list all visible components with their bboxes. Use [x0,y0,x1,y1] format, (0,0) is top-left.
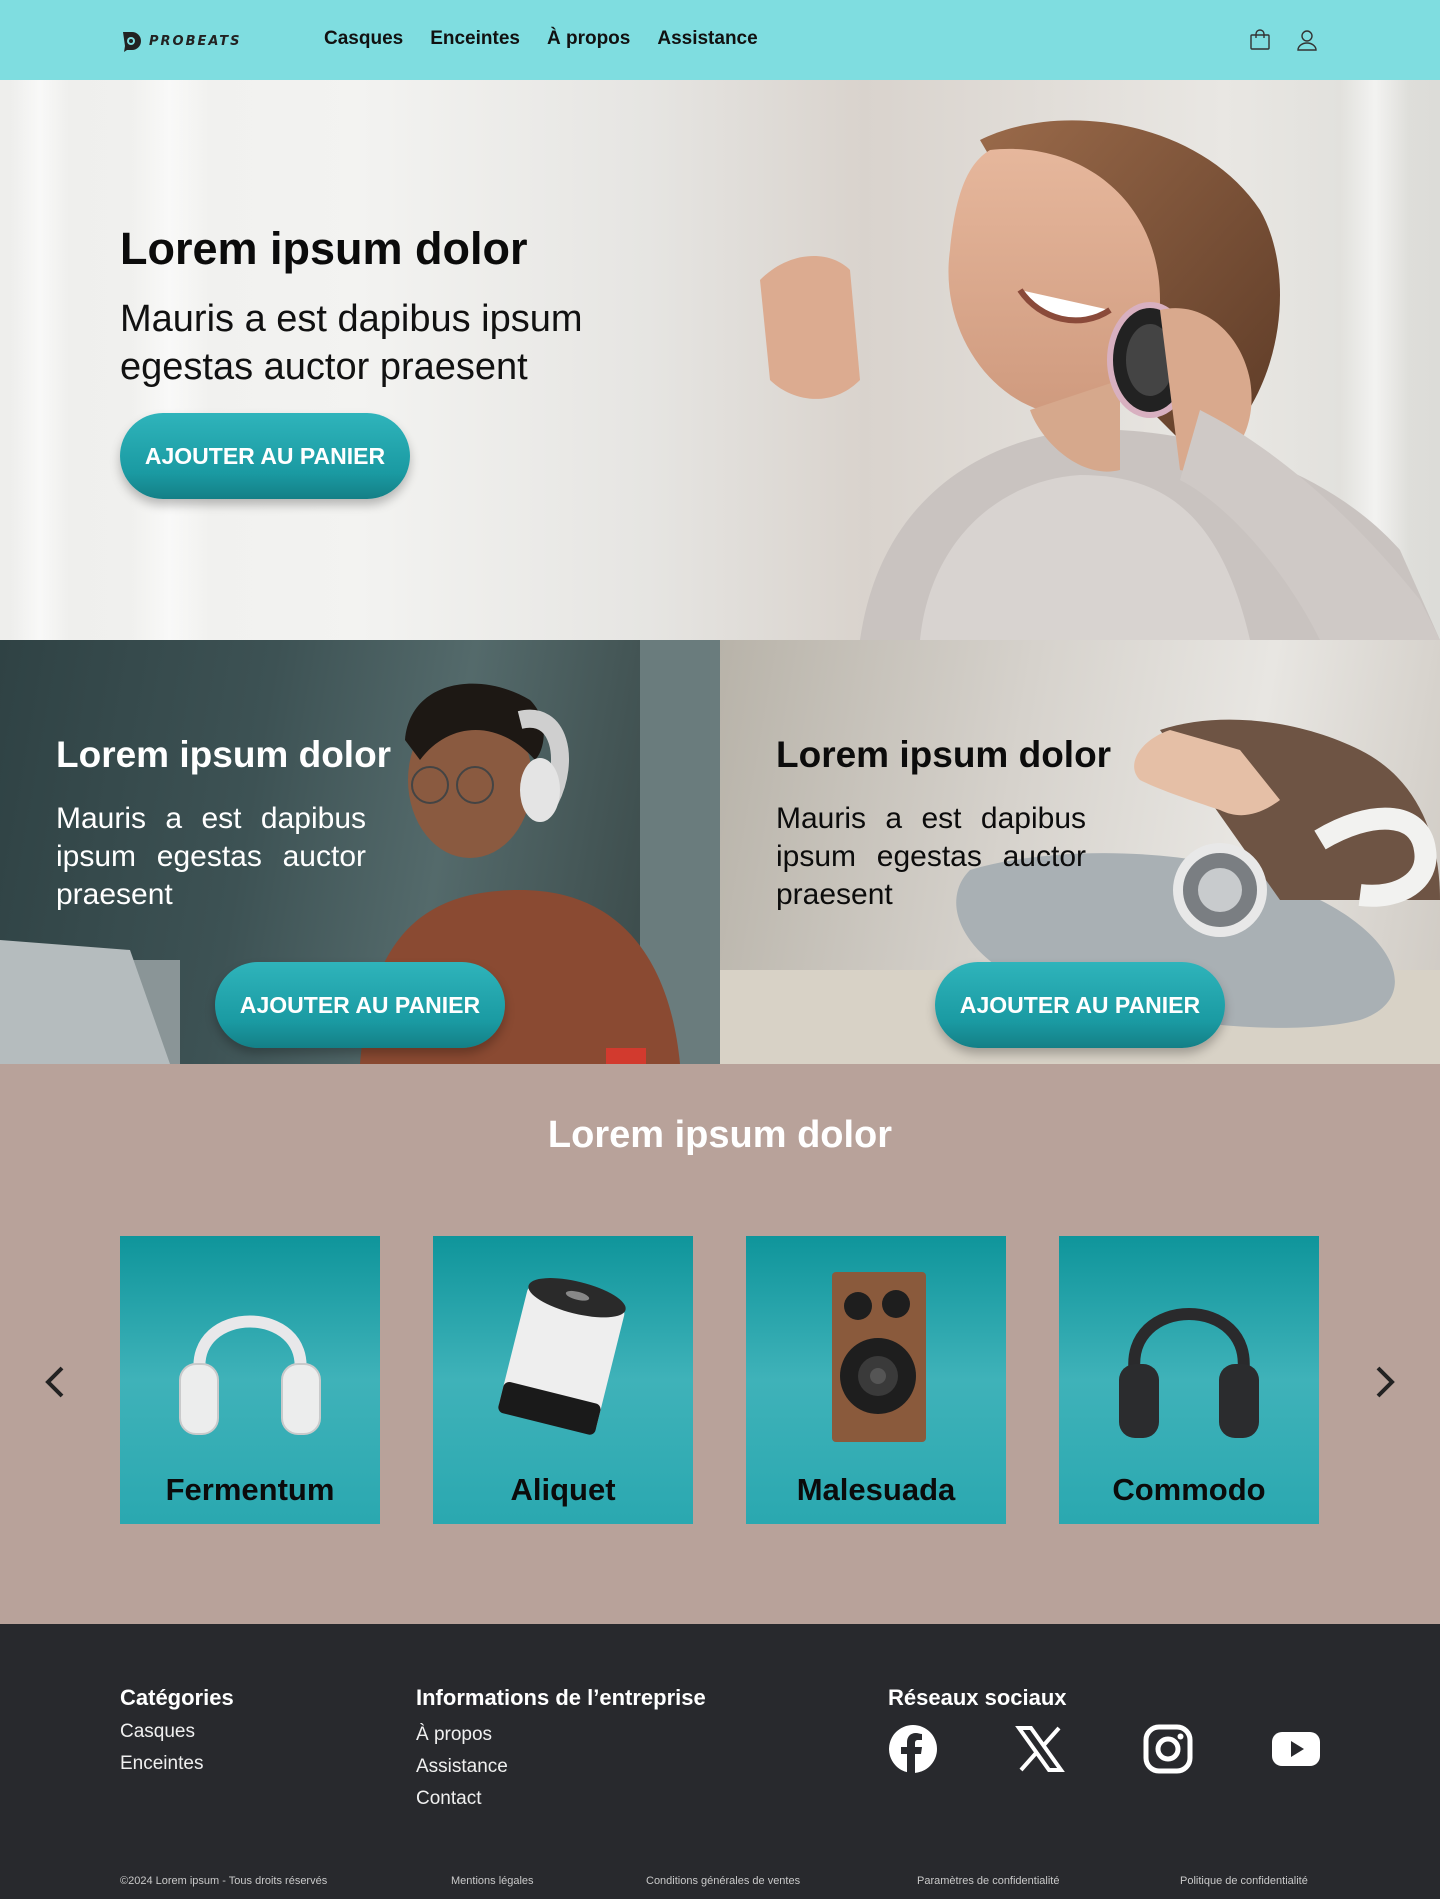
legal-mentions-link[interactable]: Mentions légales [451,1875,534,1887]
hero-photo-woman-headphones [760,120,1440,640]
nav-assistance[interactable]: Assistance [657,28,757,50]
legal-privacy-settings-link[interactable]: Paramètres de confidentialité [917,1875,1059,1887]
product-name: Aliquet [510,1472,616,1507]
site-footer: Catégories Casques Enceintes Information… [0,1624,1440,1899]
copyright-text: ©2024 Lorem ipsum - Tous droits réservés [120,1875,328,1887]
cylinder-speaker-icon [498,1278,626,1435]
footer-link-casques[interactable]: Casques [120,1721,195,1743]
shopping-bag-icon[interactable] [1248,28,1272,52]
hero-subtitle: Mauris a est dapibus ipsum egestas aucto… [120,298,583,388]
product-card[interactable]: Commodo [1059,1236,1319,1524]
x-icon[interactable] [1015,1724,1065,1774]
site-header: PROBEATS Casques Enceintes À propos Assi… [0,0,1440,80]
footer-categories-title: Catégories [120,1685,234,1710]
white-headphones-icon [179,1315,321,1435]
footer-link-enceintes[interactable]: Enceintes [120,1753,203,1775]
product-card[interactable]: Fermentum [120,1236,380,1524]
product-card[interactable]: Malesuada [746,1236,1006,1524]
legal-privacy-policy-link[interactable]: Politique de confidentialité [1180,1875,1308,1887]
promo-right-add-to-cart-button[interactable]: AJOUTER AU PANIER [935,962,1225,1048]
footer-link-assistance[interactable]: Assistance [416,1756,508,1778]
main-nav: Casques Enceintes À propos Assistance [324,28,758,50]
instagram-icon[interactable] [1143,1724,1193,1774]
footer-link-a-propos[interactable]: À propos [416,1724,492,1746]
nav-enceintes[interactable]: Enceintes [430,28,520,50]
bookshelf-speaker-icon [832,1272,926,1442]
products-section: Lorem ipsum dolor Fermentum Aliquet Male… [0,1064,1440,1624]
products-title: Lorem ipsum dolor [547,1114,893,1156]
curtain-decoration [10,80,70,640]
brand-name: PROBEATS [149,33,242,49]
product-card[interactable]: Aliquet [433,1236,693,1524]
youtube-icon[interactable] [1271,1724,1321,1774]
promo-card-left: Lorem ipsum dolor Mauris a est dapibus i… [0,640,720,1064]
promo-card-right: Lorem ipsum dolor Mauris a est dapibus i… [720,640,1440,1064]
product-name: Commodo [1112,1472,1266,1507]
footer-social-title: Réseaux sociaux [888,1685,1067,1710]
promo-right-text: Mauris a est dapibus ipsum egestas aucto… [776,802,1086,911]
chevron-left-icon[interactable] [40,1364,70,1400]
footer-link-contact[interactable]: Contact [416,1788,481,1810]
hero-title: Lorem ipsum dolor [120,223,528,274]
user-icon[interactable] [1295,28,1319,52]
product-name: Malesuada [796,1472,956,1507]
promo-left-title: Lorem ipsum dolor [56,734,392,775]
logo-mark-icon [123,32,141,52]
hero-banner: Lorem ipsum dolor Mauris a est dapibus i… [0,80,1440,640]
footer-company-title: Informations de l’entreprise [416,1685,706,1710]
promo-left-text: Mauris a est dapibus ipsum egestas aucto… [56,802,366,911]
logo[interactable]: PROBEATS [119,28,241,54]
legal-cgv-link[interactable]: Conditions générales de ventes [646,1875,800,1887]
black-headphones-icon [1119,1308,1259,1438]
facebook-icon[interactable] [888,1724,938,1774]
hero-add-to-cart-button[interactable]: AJOUTER AU PANIER [120,413,410,499]
nav-casques[interactable]: Casques [324,28,403,50]
promo-left-add-to-cart-button[interactable]: AJOUTER AU PANIER [215,962,505,1048]
chevron-right-icon[interactable] [1370,1364,1400,1400]
promo-right-title: Lorem ipsum dolor [776,734,1112,775]
product-name: Fermentum [165,1472,335,1507]
nav-a-propos[interactable]: À propos [547,28,630,50]
